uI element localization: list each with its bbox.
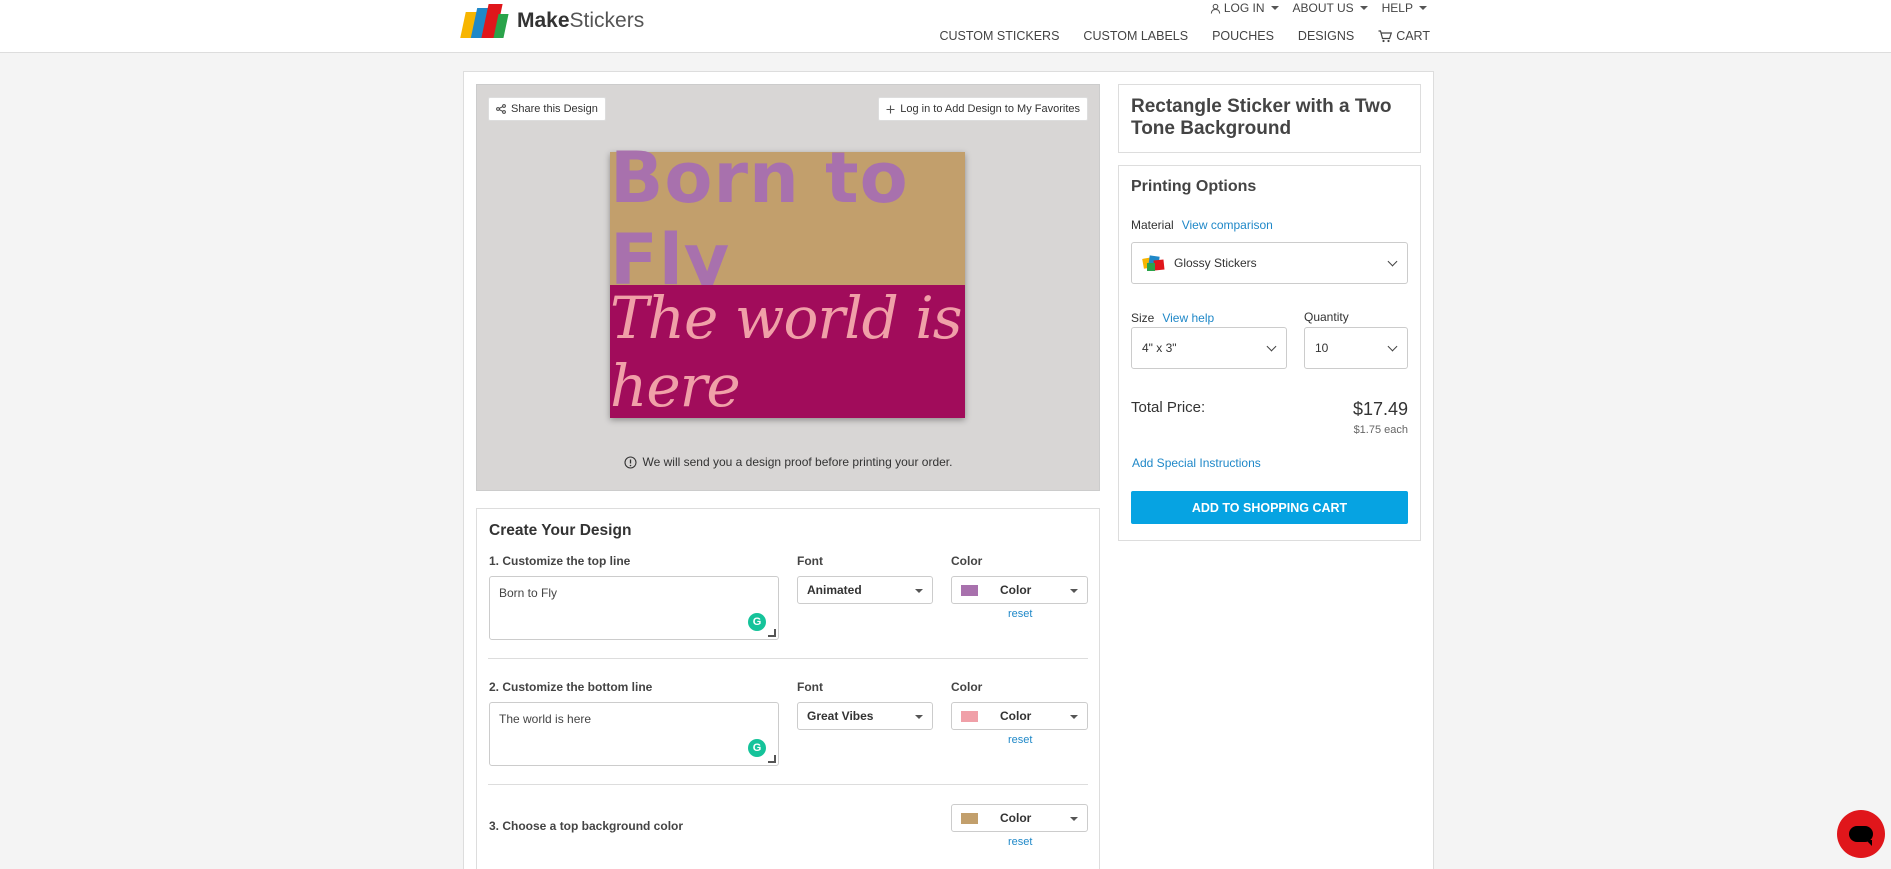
bottom-line-font-select[interactable]: Great Vibes — [797, 702, 933, 730]
help-menu[interactable]: HELP — [1382, 1, 1427, 15]
main-nav: CUSTOM STICKERS CUSTOM LABELS POUCHES DE… — [940, 29, 1431, 43]
top-line-color-select[interactable]: Color — [951, 576, 1088, 604]
total-price-value: $17.49 — [1352, 399, 1408, 419]
resize-handle[interactable] — [768, 629, 776, 637]
chevron-down-icon — [1070, 589, 1078, 593]
top-background-color-reset[interactable]: reset — [1008, 836, 1032, 848]
about-us-menu[interactable]: ABOUT US — [1293, 1, 1368, 15]
share-design-button[interactable]: Share this Design — [488, 97, 606, 121]
divider — [488, 784, 1088, 785]
nav-cart[interactable]: CART — [1378, 29, 1430, 43]
material-label: Material View comparison — [1131, 218, 1273, 232]
chevron-down-icon — [915, 589, 923, 593]
chevron-down-icon — [915, 715, 923, 719]
font-label: Font — [797, 554, 823, 568]
size-select[interactable]: 4" x 3" — [1131, 327, 1287, 369]
plus-icon — [886, 105, 895, 113]
bottom-line-label: 2. Customize the bottom line — [489, 680, 653, 694]
resize-handle[interactable] — [768, 755, 776, 763]
sticker-bottom-line: The world is here — [610, 284, 965, 420]
color-label: Color — [951, 680, 983, 694]
share-icon — [496, 104, 506, 114]
user-icon — [1210, 3, 1221, 14]
grammarly-icon[interactable]: G — [748, 613, 766, 631]
bottom-line-color-reset[interactable]: reset — [1008, 734, 1032, 746]
quantity-select[interactable]: 10 — [1304, 327, 1408, 369]
sticker-top-line: Born to Fly — [610, 137, 965, 301]
chat-icon — [1849, 826, 1873, 846]
color-label: Color — [951, 554, 983, 568]
chevron-down-icon — [1359, 6, 1368, 10]
grammarly-icon[interactable]: G — [748, 739, 766, 757]
chevron-down-icon — [1070, 817, 1078, 821]
top-line-font-select[interactable]: Animated — [797, 576, 933, 604]
logo-icon — [460, 4, 511, 38]
bottom-line-color-select[interactable]: Color — [951, 702, 1088, 730]
font-label: Font — [797, 680, 823, 694]
printing-options-heading: Printing Options — [1131, 178, 1257, 195]
top-nav: LOG IN ABOUT US HELP — [1210, 1, 1427, 15]
printing-options-box: Printing Options Material View comparison… — [1118, 165, 1421, 541]
add-special-instructions-link[interactable]: Add Special Instructions — [1132, 456, 1261, 470]
unit-price: $1.75 each — [1353, 424, 1408, 436]
sticker-preview: Born to Fly The world is here — [610, 137, 965, 420]
add-to-cart-button[interactable]: ADD TO SHOPPING CART — [1131, 491, 1408, 524]
cart-icon — [1378, 29, 1393, 42]
total-price-label: Total Price: — [1131, 399, 1206, 416]
color-swatch — [961, 812, 978, 824]
create-design-title: Create Your Design — [489, 522, 632, 539]
chat-widget-button[interactable] — [1837, 810, 1885, 858]
nav-designs[interactable]: DESIGNS — [1298, 29, 1354, 43]
nav-custom-stickers[interactable]: CUSTOM STICKERS — [940, 29, 1060, 43]
top-background-label: 3. Choose a top background color — [489, 819, 684, 833]
logo[interactable]: MakeStickers — [460, 4, 645, 38]
material-select[interactable]: Glossy Stickers — [1131, 242, 1408, 284]
top-background-color-select[interactable]: Color — [951, 804, 1088, 832]
top-line-color-reset[interactable]: reset — [1008, 608, 1032, 620]
chevron-down-icon — [1387, 256, 1398, 267]
nav-custom-labels[interactable]: CUSTOM LABELS — [1083, 29, 1188, 43]
product-title-box: Rectangle Sticker with a Two Tone Backgr… — [1118, 84, 1421, 153]
nav-pouches[interactable]: POUCHES — [1212, 29, 1274, 43]
login-link[interactable]: LOG IN — [1210, 1, 1279, 15]
bottom-line-input[interactable]: The world is here G — [489, 702, 779, 766]
size-label: Size View help — [1131, 311, 1215, 325]
top-line-label: 1. Customize the top line — [489, 554, 631, 568]
chevron-down-icon — [1387, 341, 1398, 352]
view-comparison-link[interactable]: View comparison — [1182, 218, 1273, 232]
design-preview: Share this Design Log in to Add Design t… — [476, 84, 1100, 491]
color-swatch — [961, 710, 978, 722]
top-line-input[interactable]: Born to Fly G — [489, 576, 779, 640]
chevron-down-icon — [1266, 341, 1277, 352]
create-design-panel: Create Your Design 1. Customize the top … — [476, 508, 1100, 869]
chevron-down-icon — [1070, 715, 1078, 719]
logo-text: MakeStickers — [517, 9, 645, 32]
proof-note: We will send you a design proof before p… — [477, 455, 1099, 469]
chevron-down-icon — [1270, 6, 1279, 10]
glossy-stickers-icon — [1142, 255, 1165, 271]
color-swatch — [961, 584, 978, 596]
product-title: Rectangle Sticker with a Two Tone Backgr… — [1131, 96, 1392, 139]
add-favorite-button[interactable]: Log in to Add Design to My Favorites — [878, 97, 1088, 121]
chevron-down-icon — [1419, 6, 1427, 10]
divider — [488, 658, 1088, 659]
view-help-link[interactable]: View help — [1162, 311, 1214, 325]
site-header: MakeStickers LOG IN ABOUT US HELP CUSTOM… — [0, 0, 1891, 53]
quantity-label: Quantity — [1304, 310, 1349, 324]
info-icon — [623, 455, 637, 469]
